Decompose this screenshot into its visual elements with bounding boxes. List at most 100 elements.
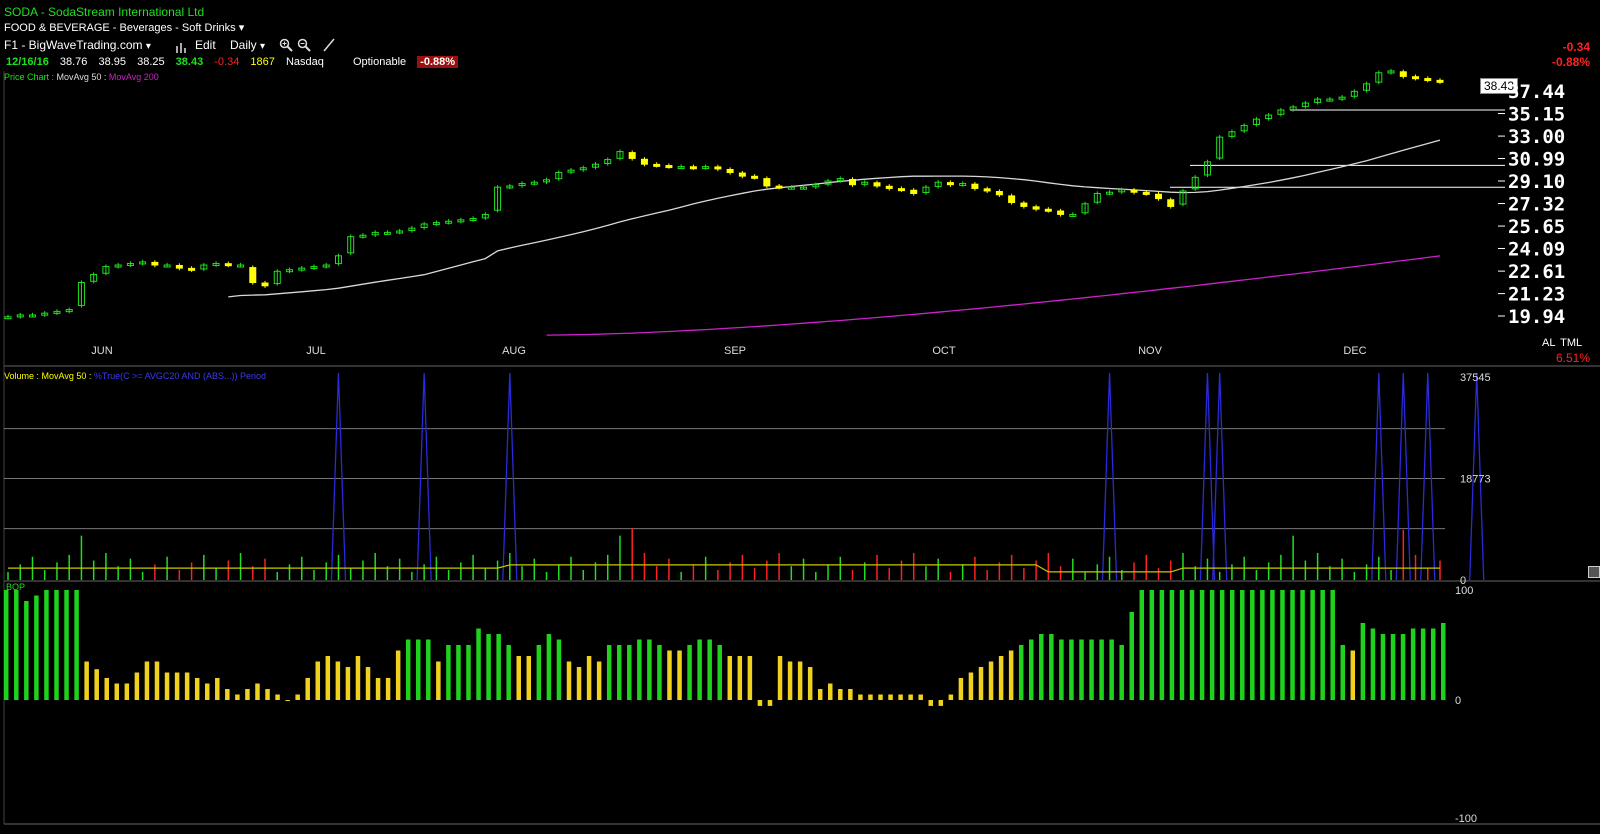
bop-bar	[797, 661, 803, 700]
bop-bar	[647, 639, 652, 700]
bop-bar	[1089, 639, 1094, 700]
bop-bar	[707, 639, 712, 700]
ma200-path	[546, 255, 1441, 336]
bop-bar	[516, 656, 521, 700]
ma50-line	[228, 139, 1441, 298]
bop-bar	[315, 661, 321, 700]
custom-indicator-spike	[502, 372, 518, 581]
bop-bar	[1300, 590, 1305, 700]
bop-bar	[1119, 645, 1124, 700]
month-label: JUN	[91, 345, 112, 357]
bop-bar	[757, 700, 763, 706]
candle-body	[1008, 195, 1016, 203]
bop-bar	[335, 661, 341, 700]
bop-bar	[426, 639, 431, 700]
bop-bar	[576, 667, 582, 700]
bop-bar	[1079, 639, 1084, 700]
price-axis: 37.4435.1533.0030.9929.1027.3225.6524.09…	[1498, 81, 1565, 328]
bop-bar	[486, 634, 491, 700]
bop-bar	[1410, 628, 1416, 700]
bop-bar	[1069, 639, 1074, 700]
bop-bar	[898, 694, 903, 700]
month-label: NOV	[1138, 345, 1163, 357]
candle-body	[261, 282, 269, 287]
bop-bar	[1129, 612, 1134, 700]
price-tick-label: 37.44	[1508, 81, 1565, 103]
price-tick-label: 27.32	[1508, 194, 1565, 216]
candle-body	[995, 191, 1003, 196]
bop-bar	[526, 656, 532, 700]
bop-bar	[1028, 639, 1034, 700]
candle-body	[1154, 193, 1162, 200]
candle-body	[1044, 208, 1052, 212]
bop-bar	[476, 628, 481, 700]
bop-bar	[787, 661, 793, 700]
bop-bar	[375, 678, 381, 700]
month-label: SEP	[724, 345, 746, 357]
custom-indicator-spike	[1371, 372, 1387, 581]
bop-bar	[1099, 639, 1104, 700]
bop-bar	[777, 656, 783, 700]
bop-axis: 100 0 -100	[1455, 585, 1477, 825]
bop-bar	[1330, 590, 1335, 700]
month-label: DEC	[1343, 345, 1366, 357]
bop-bar	[727, 656, 733, 700]
bop-bar	[1189, 590, 1195, 700]
bop-bar	[978, 667, 984, 700]
price-tick-label: 24.09	[1508, 238, 1565, 260]
candle-body	[1032, 206, 1040, 210]
candle-body	[1057, 210, 1065, 215]
bop-bar	[697, 639, 702, 700]
bop-tick-label: -100	[1455, 813, 1477, 825]
bop-bar	[747, 656, 753, 700]
bop-bar	[265, 689, 270, 700]
bop-bar	[1420, 628, 1426, 700]
candle-body	[249, 267, 257, 284]
bop-bar	[184, 672, 190, 700]
bop-bar	[1380, 634, 1386, 700]
bop-bar	[868, 694, 873, 700]
candle-body	[1436, 79, 1444, 83]
bop-bar	[536, 645, 542, 700]
bop-bar	[627, 645, 632, 700]
bop-bar	[385, 678, 391, 700]
volume-tick-label: 37545	[1460, 372, 1491, 384]
bop-bar	[1059, 639, 1064, 700]
candle-body	[1399, 71, 1407, 77]
candle-body	[665, 165, 673, 169]
bop-bar	[938, 700, 944, 706]
bop-bar	[637, 639, 642, 700]
candle-body	[885, 185, 893, 189]
bop-bar	[325, 656, 331, 700]
bop-bar	[365, 667, 371, 700]
bop-bar	[1159, 590, 1165, 700]
bop-bar	[34, 595, 39, 700]
bop-bar	[546, 634, 552, 700]
price-tick-label: 25.65	[1508, 216, 1565, 238]
bop-bar	[968, 672, 974, 700]
candle-body	[738, 172, 746, 177]
bop-bar	[496, 634, 501, 700]
bop-bar	[1240, 590, 1245, 700]
bop-bar	[1441, 623, 1446, 700]
bop-bar	[124, 683, 130, 700]
candle-body	[628, 152, 636, 159]
bop-bar	[616, 645, 622, 700]
bop-bar	[767, 700, 773, 706]
bop-bar	[24, 601, 29, 700]
bop-bar	[1370, 628, 1376, 700]
bop-bar	[1049, 634, 1054, 700]
bop-bar	[948, 694, 954, 700]
chart-canvas[interactable]: 37.4435.1533.0030.9929.1027.3225.6524.09…	[0, 0, 1600, 834]
bop-bar	[74, 590, 79, 700]
candle-body	[849, 178, 857, 186]
bop-bar	[225, 689, 230, 700]
bop-bar	[295, 694, 300, 700]
bop-bar	[1139, 590, 1145, 700]
bop-bar	[1340, 645, 1346, 700]
bop-bar	[1039, 634, 1044, 700]
bop-bar	[817, 689, 823, 700]
month-label: OCT	[932, 345, 956, 357]
bop-bar	[1290, 590, 1295, 700]
bop-bar	[1209, 590, 1215, 700]
